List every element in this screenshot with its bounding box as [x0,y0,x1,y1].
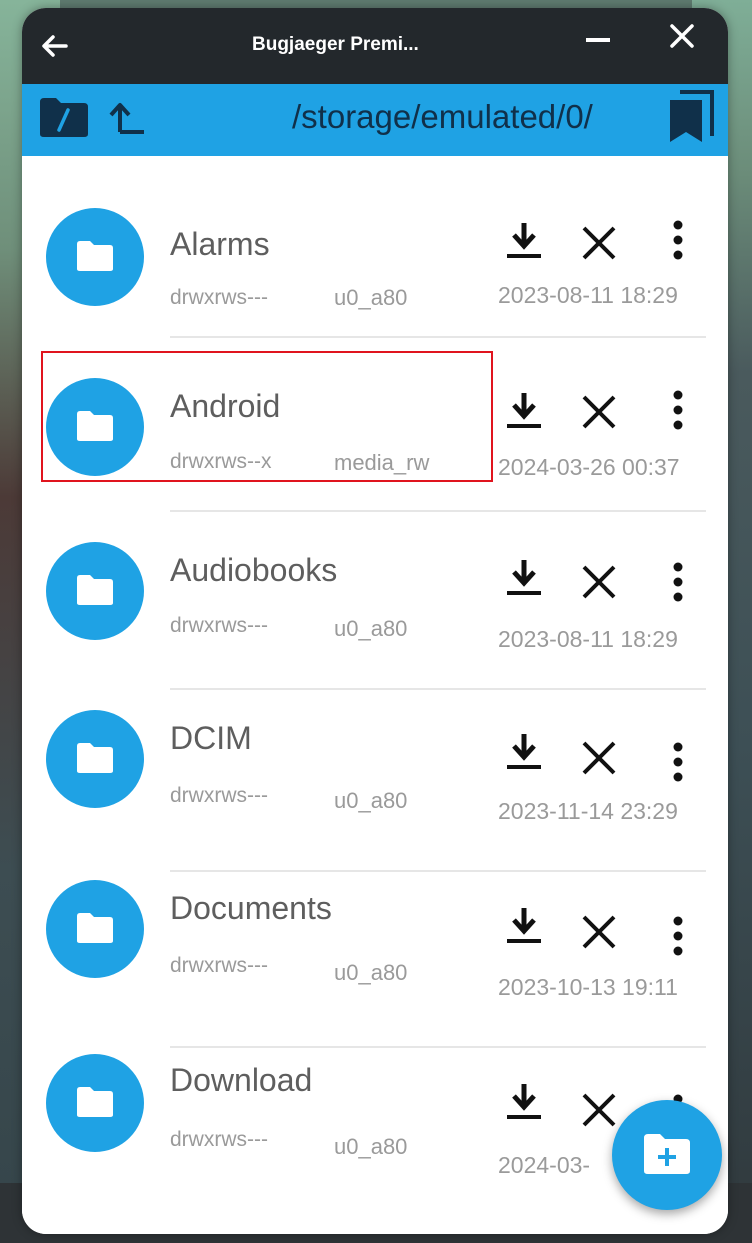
row-divider [170,1046,706,1048]
row-divider [170,688,706,690]
more-vert-icon[interactable] [656,914,700,958]
list-item[interactable]: DCIM drwxrws--- u0_a80 2023-11-14 23:29 [22,708,728,878]
file-permissions: drwxrws--- [170,784,268,807]
row-divider [170,510,706,512]
window-close-icon[interactable] [664,18,700,54]
file-modified: 2024-03-26 00:37 [498,454,680,480]
root-folder-icon[interactable] [38,96,90,138]
file-permissions: drwxrws--- [170,614,268,637]
file-owner: u0_a80 [334,285,408,310]
file-modified: 2023-08-11 18:29 [498,282,678,308]
row-divider [170,870,706,872]
bookmark-icon[interactable] [662,88,718,144]
row-divider [170,336,706,338]
folder-icon [46,1054,144,1152]
file-name: Documents [170,890,332,926]
folder-icon [46,710,144,808]
more-vert-icon[interactable] [656,560,700,604]
window-title: Bugjaeger Premi... [252,34,419,55]
file-name: Download [170,1062,313,1098]
delete-icon[interactable] [577,1088,621,1132]
back-arrow-icon[interactable] [36,28,72,64]
download-icon[interactable] [502,730,546,774]
path-toolbar: /storage/emulated/0/ [22,84,728,156]
file-owner: u0_a80 [334,788,408,813]
list-item[interactable]: Documents drwxrws--- u0_a80 2023-10-13 1… [22,876,728,1048]
more-vert-icon[interactable] [656,388,700,432]
file-permissions: drwxrws--- [170,1128,268,1151]
delete-icon[interactable] [577,736,621,780]
file-list: Alarms drwxrws--- u0_a80 2023-08-11 18:2… [22,156,728,1234]
folder-icon [46,208,144,306]
file-owner: u0_a80 [334,1134,408,1159]
more-vert-icon[interactable] [656,740,700,784]
file-modified: 2023-11-14 23:29 [498,798,678,824]
minimize-icon[interactable] [580,22,616,58]
file-owner: u0_a80 [334,960,408,985]
current-path[interactable]: /storage/emulated/0/ [292,94,652,140]
file-name: DCIM [170,720,252,756]
delete-icon[interactable] [577,910,621,954]
delete-icon[interactable] [577,390,621,434]
delete-icon[interactable] [577,560,621,604]
folder-icon [46,880,144,978]
more-vert-icon[interactable] [656,218,700,262]
app-window: Bugjaeger Premi... /storage/emulated/0/ [22,8,728,1234]
download-icon[interactable] [502,219,546,263]
file-permissions: drwxrws--- [170,954,268,977]
new-folder-button[interactable] [612,1100,722,1210]
selection-highlight [41,351,493,482]
download-icon[interactable] [502,904,546,948]
file-modified: 2023-10-13 19:11 [498,974,678,1000]
download-icon[interactable] [502,556,546,600]
new-folder-icon [644,1134,690,1174]
download-icon[interactable] [502,389,546,433]
file-permissions: drwxrws--- [170,286,268,309]
file-name: Alarms [170,226,270,262]
file-modified: 2024-03- [498,1152,591,1178]
window-titlebar: Bugjaeger Premi... [22,8,728,84]
delete-icon[interactable] [577,221,621,265]
download-icon[interactable] [502,1080,546,1124]
file-name: Audiobooks [170,552,338,588]
up-arrow-icon[interactable] [106,96,150,140]
list-item[interactable]: Audiobooks drwxrws--- u0_a80 2023-08-11 … [22,534,728,704]
file-owner: u0_a80 [334,616,408,641]
list-item[interactable]: Alarms drwxrws--- u0_a80 2023-08-11 18:2… [22,196,728,366]
folder-icon [46,542,144,640]
file-modified: 2023-08-11 18:29 [498,626,678,652]
